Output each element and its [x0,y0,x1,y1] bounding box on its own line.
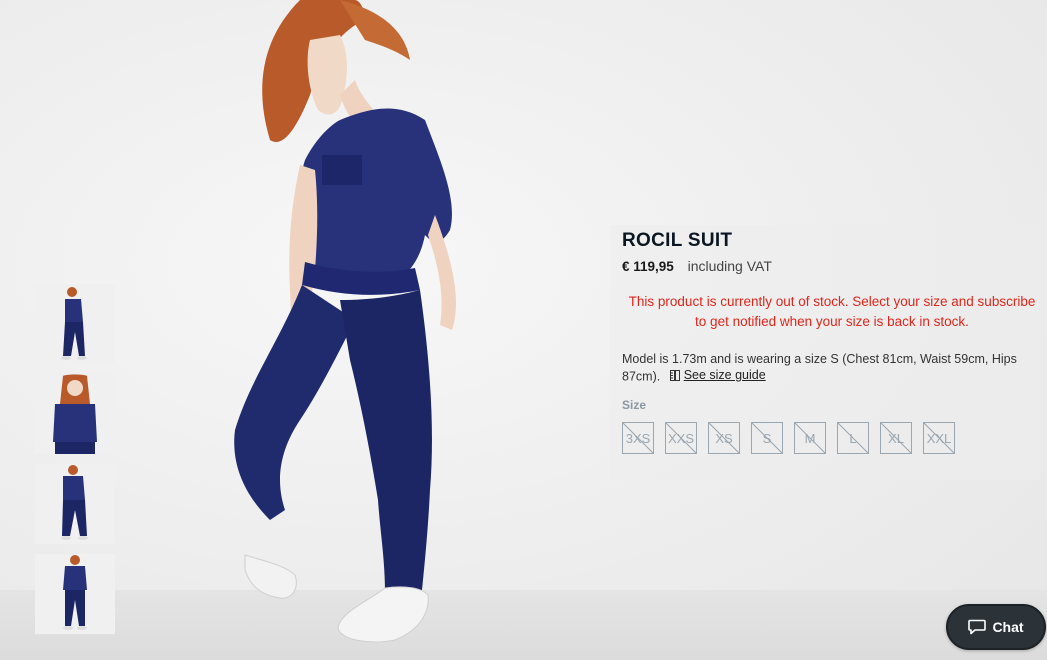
model-pants [234,285,355,520]
size-option-label: S [762,430,772,446]
size-option-label: 3XS [625,430,651,446]
size-option-label: M [804,430,816,446]
product-main-image [234,0,456,643]
size-option-label: XXL [926,430,952,446]
thumbnail-3[interactable] [35,464,115,544]
size-label: Size [622,398,647,412]
size-guide-label: See size guide [683,368,766,382]
size-option-xxl[interactable]: XXL [923,422,955,454]
vat-note: including VAT [687,258,772,274]
model-shoe-left [244,554,297,599]
size-option-xxs[interactable]: XXS [665,422,697,454]
model-shoe-right [337,586,429,643]
thumbnail-3-image [35,464,115,544]
chat-button[interactable]: Chat [946,604,1046,650]
model-top [299,108,452,280]
thumbnail-2-image [35,374,115,454]
thumbnail-4[interactable] [35,554,115,634]
size-option-label: XS [715,430,733,446]
thumbnail-2[interactable] [35,374,115,454]
size-selector: 3XS XXS XS S M L XL XXL [622,422,966,454]
thumbnail-1[interactable] [35,284,115,364]
price-row: € 119,95 including VAT [622,258,772,274]
thumbnail-gallery [35,284,115,644]
size-option-s[interactable]: S [751,422,783,454]
model-face [307,35,347,115]
size-option-m[interactable]: M [794,422,826,454]
thumbnail-1-image [35,284,115,364]
ruler-icon [669,369,680,381]
thumbnail-4-image [35,554,115,634]
size-option-label: XL [888,430,904,446]
size-option-l[interactable]: L [837,422,869,454]
chat-bubble-icon [968,619,987,635]
size-option-label: XXS [667,430,694,446]
product-price: € 119,95 [622,259,674,274]
size-option-label: L [849,430,857,446]
chat-label: Chat [992,619,1024,635]
product-title: ROCIL SUIT [622,230,733,251]
size-option-xl[interactable]: XL [880,422,912,454]
size-option-3xs[interactable]: 3XS [622,422,654,454]
model-info: Model is 1.73m and is wearing a size S (… [622,351,1032,385]
size-guide-link[interactable]: See size guide [669,367,766,383]
out-of-stock-message: This product is currently out of stock. … [628,294,1036,329]
size-option-xs[interactable]: XS [708,422,740,454]
